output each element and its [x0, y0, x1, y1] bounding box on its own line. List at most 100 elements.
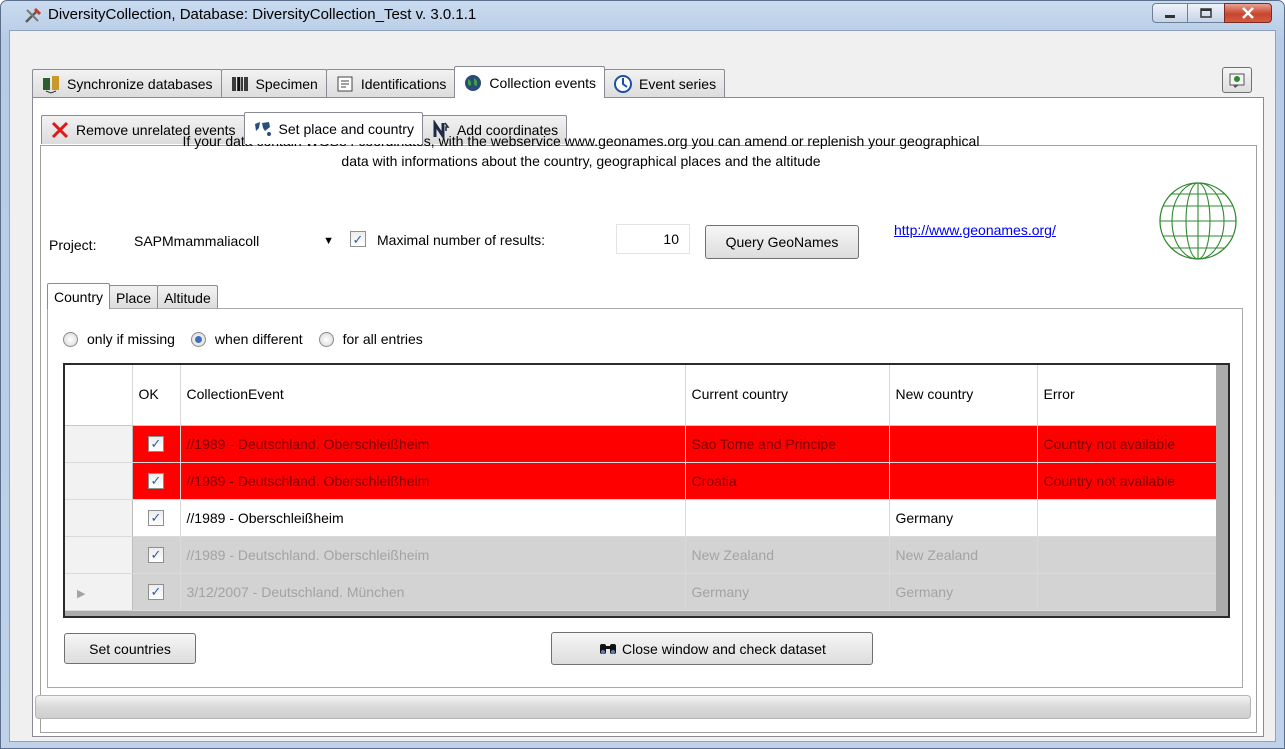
option-label: for all entries: [342, 331, 423, 347]
radio-for-all-entries[interactable]: [318, 331, 334, 347]
current-country-cell[interactable]: New Zealand: [685, 536, 890, 574]
header-collection-event[interactable]: CollectionEvent: [180, 365, 686, 426]
geonames-link[interactable]: http://www.geonames.org/: [894, 222, 1056, 238]
row-selector[interactable]: [65, 462, 133, 500]
header-new-country[interactable]: New country: [889, 365, 1038, 426]
close-icon: [1242, 7, 1254, 19]
new-country-cell[interactable]: Germany: [889, 573, 1038, 611]
error-cell[interactable]: [1037, 499, 1219, 537]
minimize-icon: [1165, 15, 1175, 18]
current-country-cell[interactable]: Germany: [685, 573, 890, 611]
ok-cell: ✓: [132, 499, 181, 537]
title-bar[interactable]: DiversityCollection, Database: Diversity…: [1, 1, 1284, 31]
tab-label: Country: [54, 288, 104, 305]
window-title: DiversityCollection, Database: Diversity…: [48, 6, 477, 23]
ok-checkbox[interactable]: ✓: [148, 435, 164, 452]
current-country-cell[interactable]: Croatia: [685, 462, 890, 500]
option-when-different[interactable]: when different: [190, 331, 303, 347]
error-cell[interactable]: Country not available: [1037, 462, 1219, 500]
tab-label: Altitude: [164, 289, 211, 306]
main-tabstrip: Synchronize databases Specimen Identific…: [32, 66, 726, 98]
option-only-if-missing[interactable]: only if missing: [63, 331, 175, 347]
minimize-button[interactable]: [1152, 3, 1188, 23]
ok-checkbox[interactable]: ✓: [148, 583, 164, 600]
error-cell[interactable]: [1037, 536, 1219, 574]
tab-altitude[interactable]: Altitude: [157, 285, 218, 309]
row-selector[interactable]: [65, 536, 133, 574]
mode-options: only if missing when different for all e…: [63, 331, 423, 347]
binoculars-icon: [600, 643, 617, 654]
radio-when-different[interactable]: [190, 331, 206, 347]
collection-event-cell[interactable]: //1989 - Oberschleißheim: [180, 499, 686, 537]
new-country-cell[interactable]: [889, 462, 1038, 500]
barcode-icon: [231, 77, 248, 91]
ok-checkbox[interactable]: ✓: [148, 546, 164, 563]
tab-set-place-and-country[interactable]: Set place and country: [243, 112, 423, 144]
identification-icon: [337, 76, 353, 92]
table-row[interactable]: ✓ //1989 - Deutschland. Oberschleißheim Cr…: [65, 462, 1219, 500]
option-for-all-entries[interactable]: for all entries: [318, 331, 423, 347]
header-error[interactable]: Error: [1037, 365, 1219, 426]
row-selector[interactable]: [65, 499, 133, 537]
tab-label: Collection events: [489, 74, 597, 91]
feedback-icon: [1229, 73, 1245, 88]
table-row[interactable]: ✓ //1989 - Deutschland. Oberschleißheim Sa…: [65, 425, 1219, 463]
project-value: SAPMmammaliacoll: [134, 233, 260, 249]
query-geonames-button[interactable]: Query GeoNames: [705, 225, 859, 259]
collection-event-cell[interactable]: //1989 - Deutschland. Oberschleißheim: [180, 462, 686, 500]
new-country-cell[interactable]: [889, 425, 1038, 463]
ok-cell: ✓: [132, 462, 181, 500]
country-grid: OK CollectionEvent Current country New c…: [63, 363, 1230, 618]
tab-country[interactable]: Country: [47, 283, 111, 309]
project-label: Project:: [49, 237, 97, 253]
progress-bar: [35, 695, 1251, 719]
tab-collection-events[interactable]: Collection events: [454, 66, 606, 98]
error-cell[interactable]: [1037, 573, 1219, 611]
header-current-country[interactable]: Current country: [685, 365, 890, 426]
tab-synchronize-databases[interactable]: Synchronize databases: [32, 69, 222, 98]
row-selector[interactable]: [65, 425, 133, 463]
new-country-cell[interactable]: New Zealand: [889, 536, 1038, 574]
current-country-cell[interactable]: [685, 499, 890, 537]
tab-label: Specimen: [255, 76, 318, 92]
ok-cell: ✓: [132, 425, 181, 463]
table-row[interactable]: ✓ //1989 - Oberschleißheim Germany: [65, 499, 1219, 537]
max-results-input[interactable]: 10: [616, 224, 690, 254]
collection-event-cell[interactable]: //1989 - Deutschland. Oberschleißheim: [180, 425, 686, 463]
feedback-button[interactable]: [1222, 67, 1252, 93]
error-cell[interactable]: Country not available: [1037, 425, 1219, 463]
table-row[interactable]: ✓//1989 - Deutschland. Oberschleißheim Ne…: [65, 536, 1219, 574]
close-button[interactable]: [1224, 3, 1272, 23]
tab-label: Event series: [639, 76, 717, 92]
ok-checkbox[interactable]: ✓: [148, 509, 164, 526]
chevron-down-icon: ▼: [323, 235, 334, 247]
collection-event-cell[interactable]: //1989 - Deutschland. Oberschleißheim: [180, 536, 686, 574]
set-countries-button[interactable]: Set countries: [64, 633, 196, 664]
tab-event-series[interactable]: Event series: [604, 69, 726, 98]
restore-button[interactable]: [1187, 3, 1225, 23]
application-window: DiversityCollection, Database: Diversity…: [0, 0, 1285, 749]
sync-icon: [43, 76, 59, 94]
close-window-check-button[interactable]: Close window and check dataset: [551, 632, 873, 665]
description-line-2: data with informations about the country…: [341, 153, 821, 169]
ok-checkbox[interactable]: ✓: [148, 472, 164, 489]
tab-label: Set place and country: [278, 120, 414, 137]
ok-cell: ✓: [132, 536, 181, 574]
table-row[interactable]: ▶ ✓ 3/12/2007 - Deutschland. München German…: [65, 573, 1219, 611]
current-row-arrow-icon: ▶: [77, 587, 86, 600]
collection-event-cell[interactable]: 3/12/2007 - Deutschland. München: [180, 573, 686, 611]
current-country-cell[interactable]: Sao Tome and Principe: [685, 425, 890, 463]
option-label: only if missing: [87, 331, 175, 347]
tab-specimen[interactable]: Specimen: [220, 69, 327, 98]
row-selector[interactable]: ▶: [65, 573, 133, 611]
header-row-selector: [65, 365, 133, 426]
header-ok[interactable]: OK: [132, 365, 181, 426]
radio-only-if-missing[interactable]: [63, 331, 78, 347]
project-select[interactable]: SAPMmammaliacoll ▼: [126, 227, 341, 255]
max-results-checkbox[interactable]: ✓: [350, 231, 366, 247]
tab-label: Synchronize databases: [67, 76, 213, 92]
tab-place[interactable]: Place: [109, 285, 159, 309]
new-country-cell[interactable]: Germany: [889, 499, 1038, 537]
tab-identifications[interactable]: Identifications: [325, 69, 456, 98]
ok-cell: ✓: [132, 573, 181, 611]
